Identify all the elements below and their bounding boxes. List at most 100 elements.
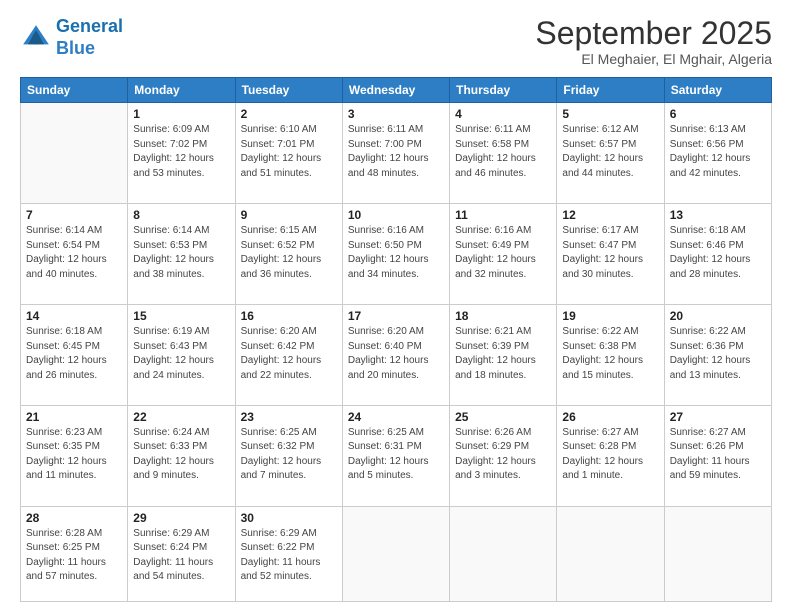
table-row	[450, 506, 557, 601]
day-number: 1	[133, 107, 229, 121]
table-row	[557, 506, 664, 601]
day-info: Sunrise: 6:26 AMSunset: 6:29 PMDaylight:…	[455, 426, 551, 484]
day-info: Sunrise: 6:27 AMSunset: 6:26 PMDaylight:…	[670, 426, 766, 484]
day-info: Sunrise: 6:16 AMSunset: 6:50 PMDaylight:…	[348, 224, 444, 282]
day-number: 15	[133, 309, 229, 323]
table-row: 21 Sunrise: 6:23 AMSunset: 6:35 PMDayligh…	[21, 405, 128, 506]
day-number: 5	[562, 107, 658, 121]
day-number: 12	[562, 208, 658, 222]
table-row: 30 Sunrise: 6:29 AMSunset: 6:22 PMDayligh…	[235, 506, 342, 601]
calendar-week-row: 14 Sunrise: 6:18 AMSunset: 6:45 PMDayligh…	[21, 305, 772, 406]
table-row: 23 Sunrise: 6:25 AMSunset: 6:32 PMDayligh…	[235, 405, 342, 506]
day-number: 24	[348, 410, 444, 424]
day-info: Sunrise: 6:22 AMSunset: 6:38 PMDaylight:…	[562, 325, 658, 383]
table-row: 4Sunrise: 6:11 AMSunset: 6:58 PMDaylight…	[450, 103, 557, 204]
day-number: 21	[26, 410, 122, 424]
day-number: 7	[26, 208, 122, 222]
day-number: 25	[455, 410, 551, 424]
day-number: 26	[562, 410, 658, 424]
table-row: 3 Sunrise: 6:11 AMSunset: 7:00 PMDaylight…	[342, 103, 449, 204]
header-tuesday: Tuesday	[235, 78, 342, 103]
day-number: 2	[241, 107, 337, 121]
table-row: 7 Sunrise: 6:14 AMSunset: 6:54 PMDaylight…	[21, 204, 128, 305]
logo-line1: General	[56, 16, 123, 36]
table-row: 1 Sunrise: 6:09 AMSunset: 7:02 PMDaylight…	[128, 103, 235, 204]
table-row: 5 Sunrise: 6:12 AMSunset: 6:57 PMDaylight…	[557, 103, 664, 204]
logo-line2: Blue	[56, 38, 95, 58]
day-info: Sunrise: 6:27 AMSunset: 6:28 PMDaylight:…	[562, 426, 658, 484]
day-info: Sunrise: 6:21 AMSunset: 6:39 PMDaylight:…	[455, 325, 551, 383]
day-info: Sunrise: 6:12 AMSunset: 6:57 PMDaylight:…	[562, 123, 658, 181]
calendar-table: Sunday Monday Tuesday Wednesday Thursday…	[20, 77, 772, 602]
day-number: 28	[26, 511, 122, 525]
calendar-header-row: Sunday Monday Tuesday Wednesday Thursday…	[21, 78, 772, 103]
day-info: Sunrise: 6:24 AMSunset: 6:33 PMDaylight:…	[133, 426, 229, 484]
day-info: Sunrise: 6:14 AMSunset: 6:54 PMDaylight:…	[26, 224, 122, 282]
day-info: Sunrise: 6:25 AMSunset: 6:32 PMDaylight:…	[241, 426, 337, 484]
calendar-week-row: 1 Sunrise: 6:09 AMSunset: 7:02 PMDaylight…	[21, 103, 772, 204]
logo-icon	[20, 22, 52, 54]
day-number: 16	[241, 309, 337, 323]
table-row: 26 Sunrise: 6:27 AMSunset: 6:28 PMDayligh…	[557, 405, 664, 506]
day-info: Sunrise: 6:15 AMSunset: 6:52 PMDaylight:…	[241, 224, 337, 282]
day-info: Sunrise: 6:11 AMSunset: 7:00 PMDaylight:…	[348, 123, 444, 181]
day-info: Sunrise: 6:20 AMSunset: 6:40 PMDaylight:…	[348, 325, 444, 383]
day-number: 6	[670, 107, 766, 121]
title-block: September 2025 El Meghaier, El Mghair, A…	[535, 16, 772, 67]
day-info: Sunrise: 6:09 AMSunset: 7:02 PMDaylight:…	[133, 123, 229, 181]
calendar-week-row: 21 Sunrise: 6:23 AMSunset: 6:35 PMDayligh…	[21, 405, 772, 506]
table-row: 17Sunrise: 6:20 AMSunset: 6:40 PMDayligh…	[342, 305, 449, 406]
table-row: 2 Sunrise: 6:10 AMSunset: 7:01 PMDaylight…	[235, 103, 342, 204]
table-row: 16Sunrise: 6:20 AMSunset: 6:42 PMDayligh…	[235, 305, 342, 406]
day-info: Sunrise: 6:29 AMSunset: 6:22 PMDaylight:…	[241, 527, 337, 585]
logo: General Blue	[20, 16, 123, 59]
day-number: 30	[241, 511, 337, 525]
day-number: 11	[455, 208, 551, 222]
table-row: 11Sunrise: 6:16 AMSunset: 6:49 PMDayligh…	[450, 204, 557, 305]
day-number: 18	[455, 309, 551, 323]
day-number: 19	[562, 309, 658, 323]
table-row: 22 Sunrise: 6:24 AMSunset: 6:33 PMDayligh…	[128, 405, 235, 506]
table-row: 15 Sunrise: 6:19 AMSunset: 6:43 PMDayligh…	[128, 305, 235, 406]
day-info: Sunrise: 6:18 AMSunset: 6:45 PMDaylight:…	[26, 325, 122, 383]
table-row: 6 Sunrise: 6:13 AMSunset: 6:56 PMDaylight…	[664, 103, 771, 204]
day-number: 4	[455, 107, 551, 121]
table-row: 28 Sunrise: 6:28 AMSunset: 6:25 PMDayligh…	[21, 506, 128, 601]
day-number: 23	[241, 410, 337, 424]
header-saturday: Saturday	[664, 78, 771, 103]
day-number: 29	[133, 511, 229, 525]
header: General Blue September 2025 El Meghaier,…	[20, 16, 772, 67]
day-number: 9	[241, 208, 337, 222]
calendar-week-row: 7 Sunrise: 6:14 AMSunset: 6:54 PMDaylight…	[21, 204, 772, 305]
table-row: 8Sunrise: 6:14 AMSunset: 6:53 PMDaylight…	[128, 204, 235, 305]
header-thursday: Thursday	[450, 78, 557, 103]
day-info: Sunrise: 6:22 AMSunset: 6:36 PMDaylight:…	[670, 325, 766, 383]
table-row	[21, 103, 128, 204]
day-info: Sunrise: 6:13 AMSunset: 6:56 PMDaylight:…	[670, 123, 766, 181]
day-number: 3	[348, 107, 444, 121]
header-wednesday: Wednesday	[342, 78, 449, 103]
table-row: 29Sunrise: 6:29 AMSunset: 6:24 PMDayligh…	[128, 506, 235, 601]
table-row: 20 Sunrise: 6:22 AMSunset: 6:36 PMDayligh…	[664, 305, 771, 406]
day-info: Sunrise: 6:10 AMSunset: 7:01 PMDaylight:…	[241, 123, 337, 181]
day-info: Sunrise: 6:23 AMSunset: 6:35 PMDaylight:…	[26, 426, 122, 484]
table-row: 12Sunrise: 6:17 AMSunset: 6:47 PMDayligh…	[557, 204, 664, 305]
day-number: 20	[670, 309, 766, 323]
table-row: 18 Sunrise: 6:21 AMSunset: 6:39 PMDayligh…	[450, 305, 557, 406]
day-info: Sunrise: 6:19 AMSunset: 6:43 PMDaylight:…	[133, 325, 229, 383]
calendar-week-row: 28 Sunrise: 6:28 AMSunset: 6:25 PMDayligh…	[21, 506, 772, 601]
day-number: 27	[670, 410, 766, 424]
location-subtitle: El Meghaier, El Mghair, Algeria	[535, 51, 772, 67]
header-monday: Monday	[128, 78, 235, 103]
table-row: 14 Sunrise: 6:18 AMSunset: 6:45 PMDayligh…	[21, 305, 128, 406]
table-row: 25 Sunrise: 6:26 AMSunset: 6:29 PMDayligh…	[450, 405, 557, 506]
day-number: 22	[133, 410, 229, 424]
table-row: 19 Sunrise: 6:22 AMSunset: 6:38 PMDayligh…	[557, 305, 664, 406]
day-number: 14	[26, 309, 122, 323]
day-info: Sunrise: 6:28 AMSunset: 6:25 PMDaylight:…	[26, 527, 122, 585]
day-number: 13	[670, 208, 766, 222]
day-info: Sunrise: 6:14 AMSunset: 6:53 PMDaylight:…	[133, 224, 229, 282]
table-row: 10Sunrise: 6:16 AMSunset: 6:50 PMDayligh…	[342, 204, 449, 305]
table-row	[342, 506, 449, 601]
table-row: 9 Sunrise: 6:15 AMSunset: 6:52 PMDaylight…	[235, 204, 342, 305]
